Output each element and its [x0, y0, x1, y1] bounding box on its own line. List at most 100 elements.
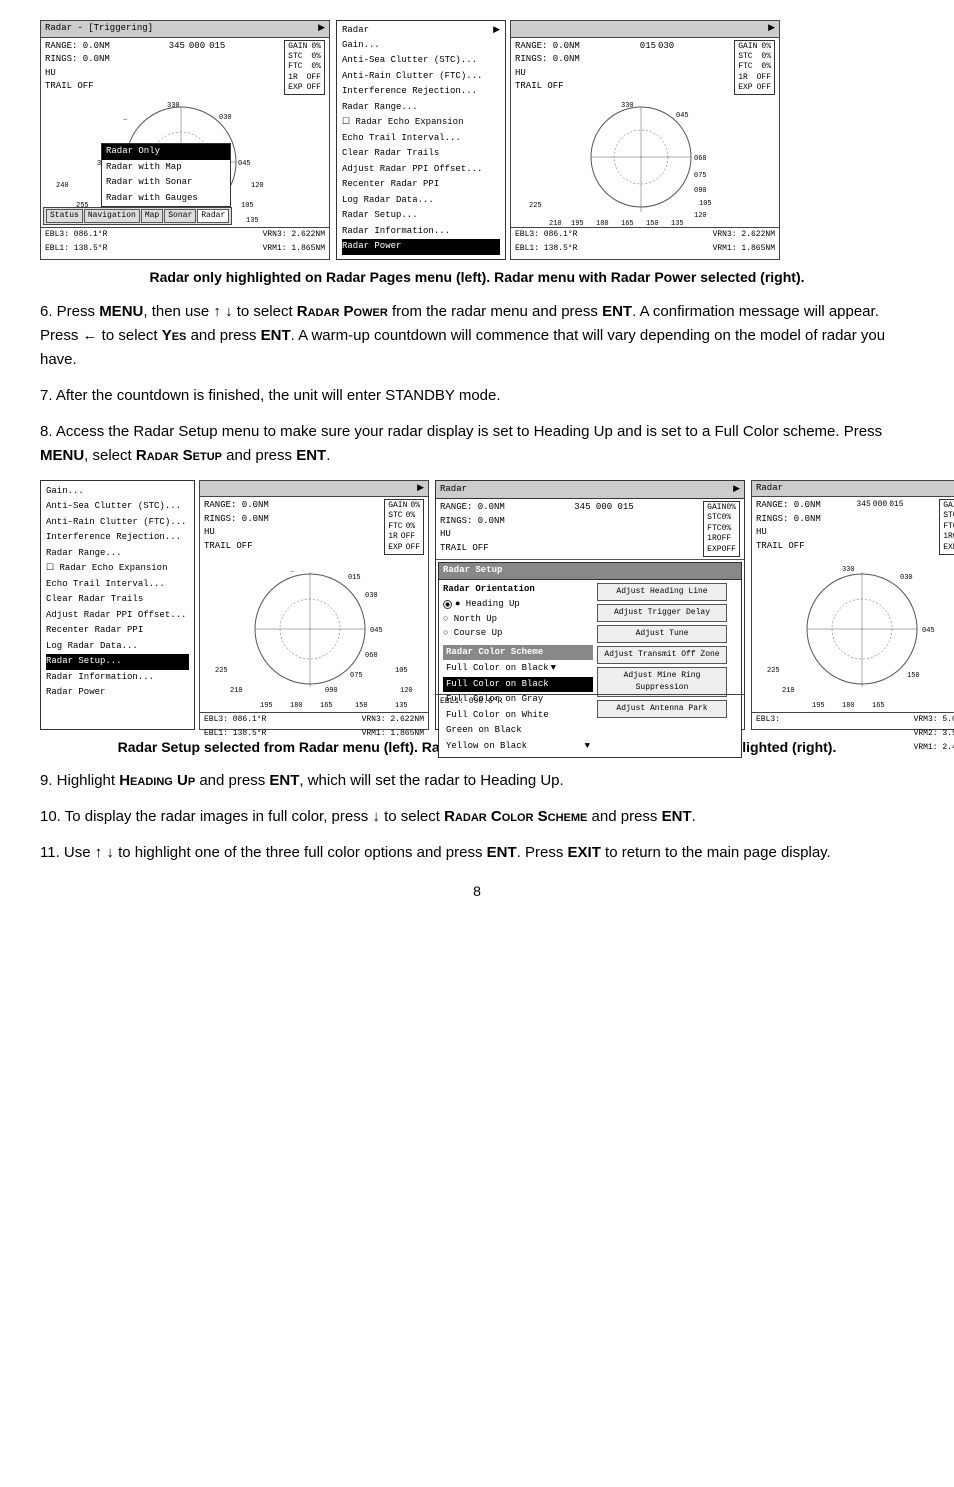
setup-radar-title: Radar [440, 483, 467, 497]
menu-item-gain[interactable]: Gain... [342, 38, 500, 54]
menu-item-checkbox[interactable]: ☐ Radar Echo Expansion [342, 115, 500, 131]
menu-item-info-b[interactable]: Radar Information... [46, 670, 189, 686]
left-radar-panel: Radar - [Triggering] ▶ RANGE: 0.0NM RING… [40, 20, 330, 260]
radar-titlebar-right-top: ▶ [511, 21, 779, 38]
bottom-figures: Gain... Anti-Sea Clutter (STC)... Anti-R… [40, 480, 914, 730]
adjust-transmit-btn[interactable]: Adjust Transmit Off Zone [597, 646, 727, 664]
color-green-black[interactable]: Green on Black [443, 723, 593, 739]
menu-item-log-b[interactable]: Log Radar Data... [46, 639, 189, 655]
adjust-tune-btn[interactable]: Adjust Tune [597, 625, 727, 643]
menu-item-log[interactable]: Log Radar Data... [342, 193, 500, 209]
expand-icon-left: ▶ [318, 22, 325, 36]
tab-sonar[interactable]: Sonar [164, 209, 196, 223]
menu-item-interference-b[interactable]: Interference Rejection... [46, 530, 189, 546]
svg-text:165: 165 [872, 702, 885, 710]
color-full-white[interactable]: Full Color on White [443, 708, 593, 724]
hu-left: HU [45, 67, 110, 81]
tab-status[interactable]: Status [46, 209, 83, 223]
expand-icon-right-top: ▶ [768, 22, 775, 36]
dropdown-item-radar-only[interactable]: Radar Only [102, 144, 230, 160]
menu-item-range-b[interactable]: Radar Range... [46, 546, 189, 562]
ent-bold-11: ENT [487, 844, 517, 861]
ebl-footer-bottom-left: EBL3: 086.1°R VRN3: 2.622NM [200, 712, 428, 727]
heading-up-option[interactable]: ● Heading Up [443, 598, 593, 612]
svg-text:135: 135 [395, 702, 408, 710]
svg-text:225: 225 [215, 667, 228, 675]
svg-text:240: 240 [56, 182, 69, 190]
ebl-footer-right-top: EBL3: 086.1°R VRN3: 2.622NM [511, 227, 779, 242]
menu-item-setup-b[interactable]: Radar Setup... [46, 654, 189, 670]
dropdown-item-radar-sonar[interactable]: Radar with Sonar [102, 175, 230, 191]
menu-item-range[interactable]: Radar Range... [342, 100, 500, 116]
svg-text:015: 015 [348, 574, 361, 582]
menu-item-power-b[interactable]: Radar Power [46, 685, 189, 701]
menu-item-power[interactable]: Radar Power [342, 239, 500, 255]
menu-item-recenter-b[interactable]: Recenter Radar PPI [46, 623, 189, 639]
menu-item-clear-b[interactable]: Clear Radar Trails [46, 592, 189, 608]
menu-item-echo-trail-b[interactable]: Echo Trail Interval... [46, 577, 189, 593]
bottom-right-radar: Radar ▶ RANGE: 0.0NM RINGS: 0.0NM HU TRA… [751, 480, 954, 730]
north-up-option[interactable]: ○ North Up [443, 613, 593, 627]
vrm1-right-top: VRM1: 1.865NM [713, 243, 775, 255]
rings-left: RINGS: 0.0NM [45, 53, 110, 67]
trail-left: TRAIL OFF [45, 80, 110, 94]
menu-titlebar: Radar ▶ [342, 24, 500, 38]
svg-text:165: 165 [621, 220, 634, 227]
ent-bold-9: ENT [269, 772, 299, 789]
menu-item-stc[interactable]: Anti-Sea Clutter (STC)... [342, 53, 500, 69]
svg-text:120: 120 [251, 182, 264, 190]
menu-item-ftc[interactable]: Anti-Rain Clutter (FTC)... [342, 69, 500, 85]
dropdown-item-radar-map[interactable]: Radar with Map [102, 160, 230, 176]
color-yellow-black[interactable]: Yellow on Black ▼ [443, 739, 593, 755]
menu-item-adjust-ppi-b[interactable]: Adjust Radar PPI Offset... [46, 608, 189, 624]
ebl-footer-bottom-right: EBL3: VRM3: 5.000NM [752, 712, 954, 727]
bottom-left-group: Gain... Anti-Sea Clutter (STC)... Anti-R… [40, 480, 429, 730]
nav-tabs-left: Status Navigation Map Sonar Radar [43, 207, 232, 225]
tab-radar[interactable]: Radar [197, 209, 229, 223]
menu-item-stc-b[interactable]: Anti-Sea Clutter (STC)... [46, 499, 189, 515]
ent-bold-8: ENT [296, 447, 326, 464]
menu-item-recenter[interactable]: Recenter Radar PPI [342, 177, 500, 193]
adjust-trigger-btn[interactable]: Adjust Trigger Delay [597, 604, 727, 622]
gain-box-left: GAIN0% STC0% FTC0% 1ROFF EXPOFF [284, 40, 325, 96]
header-left: RANGE: 0.0NM RINGS: 0.0NM HU TRAIL OFF [45, 40, 110, 96]
course-up-option[interactable]: ○ Course Up [443, 627, 593, 641]
dropdown-item-radar-gauges[interactable]: Radar with Gauges [102, 191, 230, 207]
ebl-footer2-bottom-right: VRM2: 3.595NM [752, 727, 954, 741]
menu-item-ftc-b[interactable]: Anti-Rain Clutter (FTC)... [46, 515, 189, 531]
svg-text:045: 045 [676, 112, 689, 120]
color-full-black-1[interactable]: Full Color on Black ▼ [443, 661, 593, 677]
menu-bold-8: MENU [40, 447, 84, 464]
menu-item-interference[interactable]: Interference Rejection... [342, 84, 500, 100]
range-left: RANGE: 0.0NM [45, 40, 110, 54]
svg-text:180: 180 [842, 702, 855, 710]
bottom-left-radar-titlebar: ▶ [200, 481, 428, 498]
tab-map[interactable]: Map [141, 209, 163, 223]
svg-text:195: 195 [260, 702, 273, 710]
menu-item-gain-b[interactable]: Gain... [46, 484, 189, 500]
menu-item-info[interactable]: Radar Information... [342, 224, 500, 240]
adjust-heading-btn[interactable]: Adjust Heading Line [597, 583, 727, 601]
menu-item-echo-trail[interactable]: Echo Trail Interval... [342, 131, 500, 147]
header-bottom-left: RANGE: 0.0NM RINGS: 0.0NM HU TRAIL OFF [204, 499, 269, 555]
menu-item-adjust-ppi[interactable]: Adjust Radar PPI Offset... [342, 162, 500, 178]
svg-text:225: 225 [767, 667, 780, 675]
adjust-mine-btn[interactable]: Adjust Mine Ring Suppression [597, 667, 727, 697]
tab-navigation[interactable]: Navigation [84, 209, 140, 223]
ebl1-right-top: EBL1: 138.5°R [515, 243, 577, 255]
radar-color-bold: Radar Color Scheme [444, 808, 587, 825]
svg-text:_: _ [289, 566, 295, 574]
menu-item-checkbox-b[interactable]: ☐ Radar Echo Expansion [46, 561, 189, 577]
menu-title: Radar [342, 24, 369, 38]
radar-circle-area-left: 330 030 045 315 _ 255 240 225 105 120 13… [41, 97, 329, 227]
setup-panel: Radar ▶ RANGE: 0.0NM RINGS: 0.0NM HU TRA… [435, 480, 745, 730]
ent-bold-10: ENT [662, 808, 692, 825]
color-full-black-highlighted[interactable]: Full Color on Black [443, 677, 593, 693]
ebl3-left: EBL3: 086.1°R [45, 229, 107, 241]
svg-text:195: 195 [571, 220, 584, 227]
vrn3-right-top: VRN3: 2.622NM [713, 229, 775, 241]
menu-item-setup[interactable]: Radar Setup... [342, 208, 500, 224]
setup-gain-box: GAIN0% STC0% FTC0% 1ROFF EXPOFF [703, 501, 740, 557]
svg-text:180: 180 [290, 702, 303, 710]
menu-item-clear[interactable]: Clear Radar Trails [342, 146, 500, 162]
